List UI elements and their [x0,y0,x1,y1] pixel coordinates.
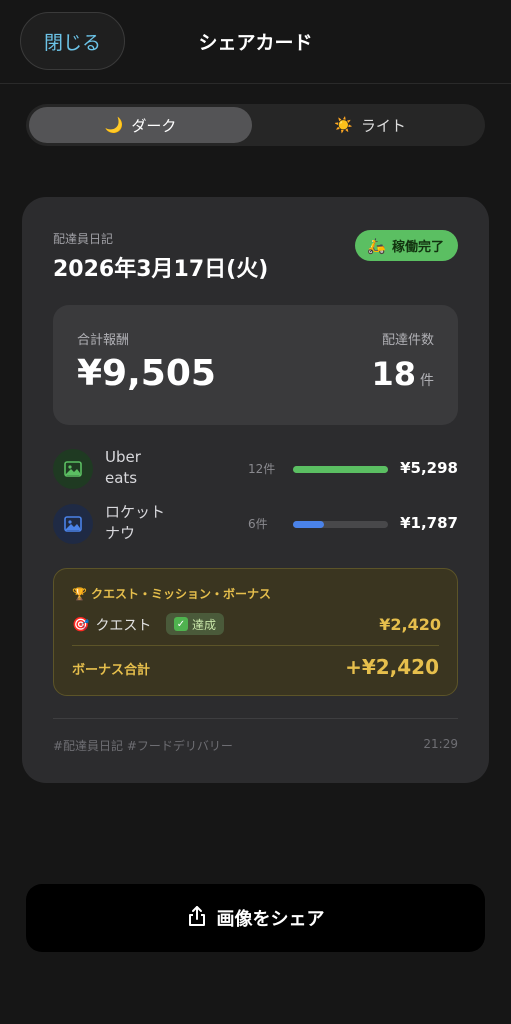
service-count: 6件 [248,517,268,531]
count-unit: 件 [420,373,434,389]
service-name: ロケット ナウ [105,503,166,542]
revenue-value: ¥9,505 [77,353,216,394]
card-time: 21:29 [423,737,458,751]
bonus-total-label: ボーナス合計 [72,663,151,678]
quest-item: 🎯 クエスト ✓ 達成 ¥2,420 [72,613,441,637]
image-icon [53,449,93,489]
card-label: 配達員日記 [53,232,114,246]
target-icon: 🎯 [72,617,90,633]
share-image-button[interactable]: 画像をシェア [26,884,485,952]
quest-title-label: クエスト・ミッション・ボーナス [90,587,271,601]
service-amount: ¥5,298 [400,459,458,477]
theme-toggle: 🌙 ダーク ☀️ ライト [26,104,485,146]
bonus-total-value: +¥2,420 [345,655,439,679]
scooter-icon: 🛵 [367,236,386,255]
card-date: 2026年3月17日(火) [53,257,269,282]
quest-title: 🏆 クエスト・ミッション・ボーナス [72,585,271,602]
service-name: Uber eats [105,448,141,487]
status-label: 稼働完了 [391,240,444,255]
achieved-badge: ✓ 達成 [166,613,225,635]
check-icon: ✓ [174,617,188,631]
divider [53,718,458,719]
service-bar [293,466,388,473]
divider [72,645,439,646]
moon-icon: 🌙 [104,116,124,134]
count-number: 18 [371,355,416,393]
theme-dark-label: ダーク [131,116,177,135]
totals-panel: 合計報酬 ¥9,505 配達件数 18 件 [53,305,458,425]
achieved-label: 達成 [192,617,217,632]
quest-name: 🎯 クエスト [72,615,151,635]
hashtags: #配達員日記 #フードデリバリー [53,739,233,753]
count-value: 18 件 [371,355,434,393]
revenue-label: 合計報酬 [77,333,130,348]
quest-panel: 🏆 クエスト・ミッション・ボーナス 🎯 クエスト ✓ 達成 ¥2,420 ボーナ… [53,568,458,696]
header: 閉じる シェアカード [0,0,511,84]
share-icon [187,905,207,932]
share-card: 配達員日記 2026年3月17日(火) 🛵 稼働完了 合計報酬 ¥9,505 配… [22,197,489,783]
service-amount: ¥1,787 [400,514,458,532]
share-label: 画像をシェア [216,909,325,930]
quest-item-label: クエスト [95,618,152,634]
service-bar-fill [293,466,388,473]
service-row-rocket-now: ロケット ナウ 6件 ¥1,787 [53,502,458,546]
service-bar [293,521,388,528]
image-icon [53,504,93,544]
sun-icon: ☀️ [334,116,353,134]
theme-light-option[interactable]: ☀️ ライト [258,107,482,143]
service-bar-fill [293,521,325,528]
trophy-icon: 🏆 [72,586,87,601]
quest-amount: ¥2,420 [379,615,441,634]
count-label: 配達件数 [381,333,434,348]
theme-dark-option[interactable]: 🌙 ダーク [29,107,252,143]
service-count: 12件 [248,462,276,476]
theme-light-label: ライト [360,116,406,135]
service-row-uber-eats: Uber eats 12件 ¥5,298 [53,447,458,491]
page-title: シェアカード [198,32,313,54]
status-badge: 🛵 稼働完了 [355,230,458,261]
